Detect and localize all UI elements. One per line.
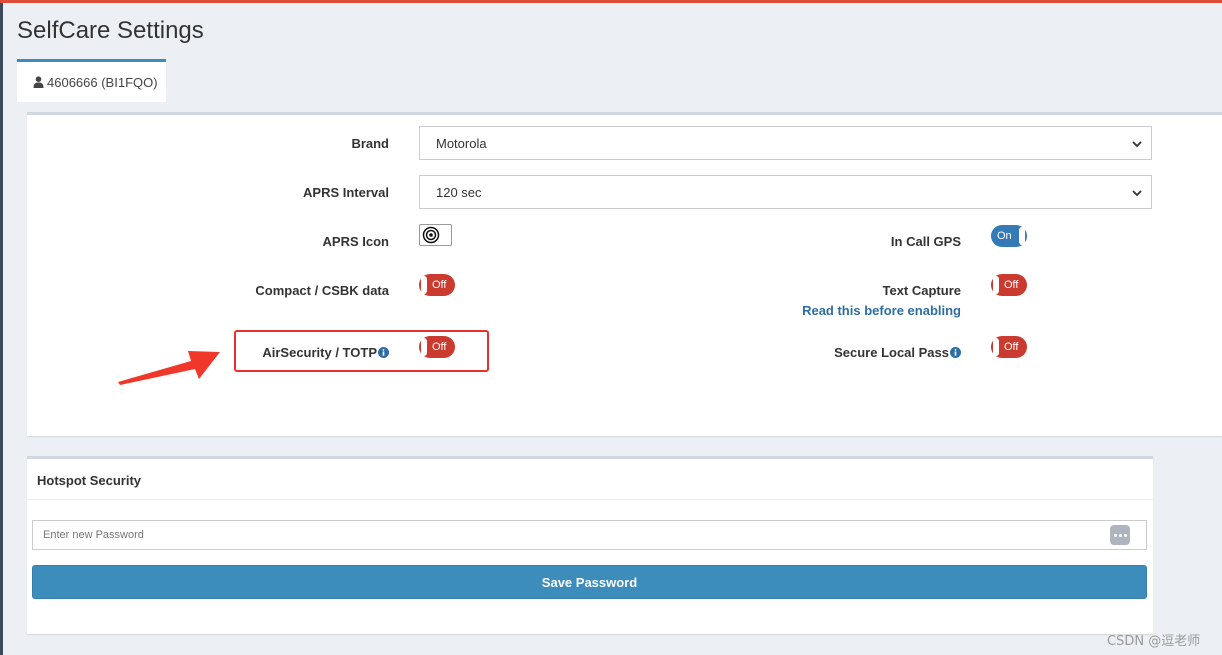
hotspot-security-panel: Hotspot Security Save Password [27, 456, 1153, 634]
annotation-highlight-box [234, 330, 489, 372]
aprs-interval-select-value: 120 sec [436, 184, 482, 200]
aprs-icon-picker[interactable] [419, 224, 452, 246]
aprs-interval-label: APRS Interval [303, 185, 389, 200]
toggle-state-text: Off [432, 279, 447, 291]
text-capture-toggle[interactable]: Off [991, 274, 1027, 296]
new-password-input[interactable] [32, 520, 1147, 550]
watermark: CSDN @逗老师 [1107, 634, 1201, 649]
settings-panel [27, 112, 1222, 436]
password-manager-key-icon[interactable] [1110, 525, 1130, 545]
toggle-knob [993, 338, 999, 356]
secure-local-pass-toggle[interactable]: Off [991, 336, 1027, 358]
user-icon [33, 76, 44, 88]
brand-select[interactable]: Motorola [419, 126, 1152, 160]
text-capture-label: Text Capture [882, 283, 962, 298]
toggle-state-text: Off [1004, 279, 1019, 291]
brand-label: Brand [351, 136, 389, 151]
read-before-enabling-link[interactable]: Read this before enabling [802, 303, 961, 318]
compact-csbk-label: Compact / CSBK data [255, 283, 389, 298]
save-password-button[interactable]: Save Password [32, 565, 1147, 599]
info-icon[interactable] [950, 347, 961, 358]
toggle-knob [1019, 227, 1025, 245]
secure-local-pass-label-text: Secure Local Pass [834, 345, 949, 360]
page-title: SelfCare Settings [17, 17, 204, 44]
chevron-down-icon [1132, 190, 1142, 197]
tab-user-account[interactable]: 4606666 (BI1FQO) [17, 59, 166, 102]
aprs-interval-select[interactable]: 120 sec [419, 175, 1152, 209]
aprs-icon-label: APRS Icon [322, 234, 389, 249]
in-call-gps-toggle[interactable]: On [991, 225, 1027, 247]
toggle-knob [993, 276, 999, 294]
in-call-gps-label: In Call GPS [890, 234, 961, 249]
brand-select-value: Motorola [436, 135, 487, 151]
hotspot-security-title: Hotspot Security [27, 459, 1153, 500]
tab-label: 4606666 (BI1FQO) [47, 74, 158, 90]
annotation-arrow-icon [118, 351, 220, 385]
toggle-knob [421, 276, 427, 294]
compact-csbk-toggle[interactable]: Off [419, 274, 455, 296]
toggle-state-text: Off [1004, 341, 1019, 353]
left-sidebar-edge [0, 3, 3, 655]
top-accent-bar [0, 0, 1222, 3]
toggle-state-text: On [997, 230, 1012, 242]
chevron-down-icon [1132, 141, 1142, 148]
secure-local-pass-label: Secure Local Pass [834, 345, 961, 360]
target-icon [422, 226, 440, 244]
